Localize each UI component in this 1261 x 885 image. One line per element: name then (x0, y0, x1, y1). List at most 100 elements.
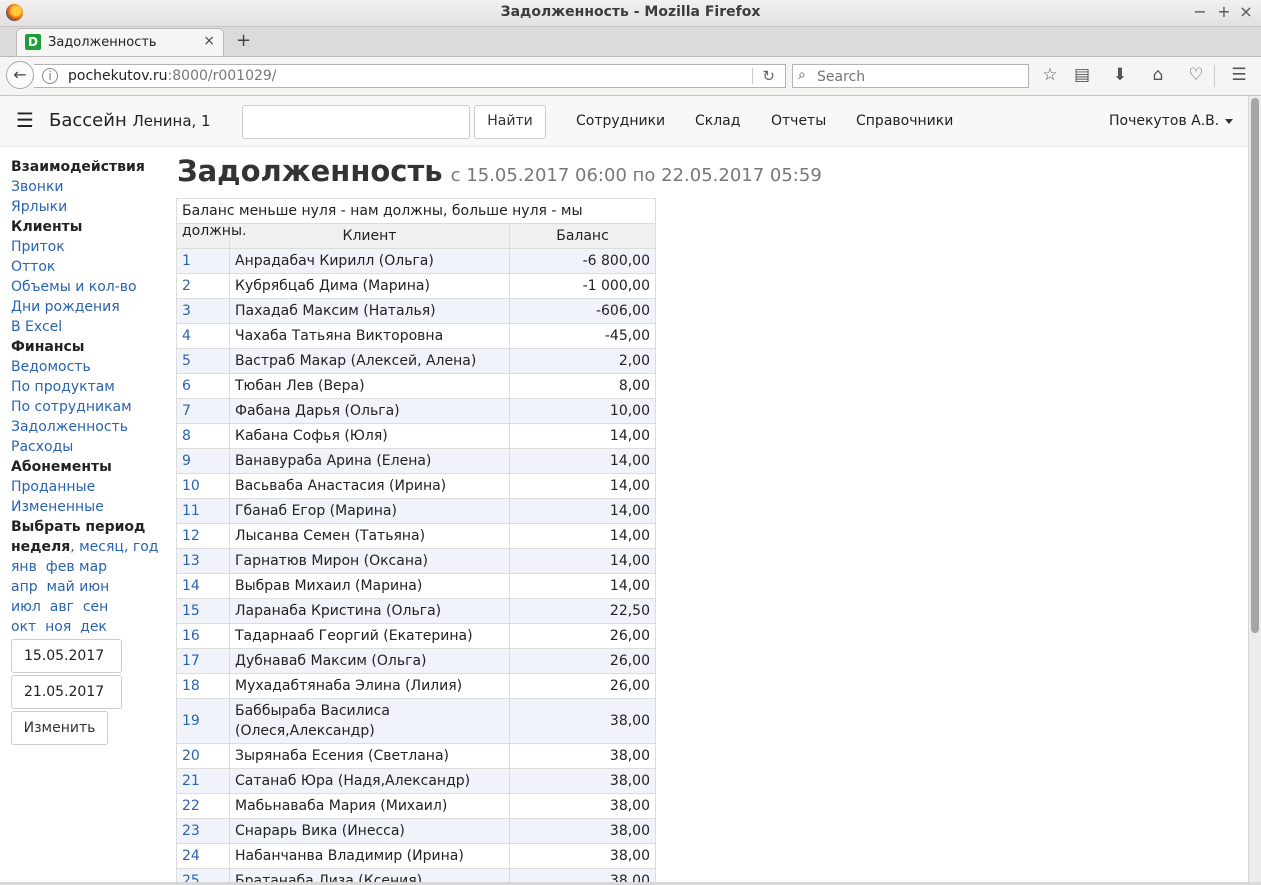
site-search-input[interactable] (242, 105, 470, 139)
row-number-link[interactable]: 14 (176, 573, 230, 599)
balance-cell: 14,00 (509, 423, 656, 449)
month-link[interactable]: окт (11, 619, 36, 635)
balance-cell: 38,00 (509, 843, 656, 869)
user-menu[interactable]: Почекутов А.В. (1109, 113, 1234, 129)
menu-icon[interactable]: ☰ (1227, 65, 1251, 85)
browser-toolbar: i pochekutov.ru:8000/r001029/ ↻ ← ⌕ ☆ ▤ … (0, 57, 1261, 96)
row-number-link[interactable]: 5 (176, 348, 230, 374)
client-name-cell: Мабьнаваба Мария (Михаил) (229, 793, 510, 819)
month-link[interactable]: фев (46, 559, 75, 575)
month-link[interactable]: янв (11, 559, 37, 575)
row-number-link[interactable]: 7 (176, 398, 230, 424)
pocket-icon[interactable]: ♡ (1184, 65, 1208, 85)
sidebar-link-by-products[interactable]: По продуктам (11, 377, 171, 397)
month-link[interactable]: мар (79, 559, 107, 575)
sidebar-link-expenses[interactable]: Расходы (11, 437, 171, 457)
close-window-icon[interactable]: × (1236, 2, 1256, 21)
vertical-scrollbar[interactable] (1248, 96, 1261, 882)
site-brand[interactable]: Бассейн Ленина, 1 (49, 110, 211, 131)
find-button[interactable]: Найти (474, 105, 546, 139)
row-number-link[interactable]: 17 (176, 648, 230, 674)
client-name-cell: Фабана Дарья (Ольга) (229, 398, 510, 424)
row-number-link[interactable]: 2 (176, 273, 230, 299)
minimize-icon[interactable]: − (1190, 2, 1210, 21)
sidebar-link-labels[interactable]: Ярлыки (11, 197, 171, 217)
url-text: pochekutov.ru:8000/r001029/ (68, 68, 277, 84)
row-number-link[interactable]: 21 (176, 768, 230, 794)
row-number-link[interactable]: 3 (176, 298, 230, 324)
downloads-icon[interactable]: ⬇ (1108, 65, 1132, 85)
row-number-link[interactable]: 13 (176, 548, 230, 574)
reading-list-icon[interactable]: ▤ (1070, 65, 1094, 85)
row-number-link[interactable]: 12 (176, 523, 230, 549)
bookmark-star-icon[interactable]: ☆ (1038, 65, 1062, 85)
date-to-input[interactable]: 21.05.2017 (11, 675, 122, 709)
change-period-button[interactable]: Изменить (11, 711, 108, 745)
home-icon[interactable]: ⌂ (1146, 65, 1170, 85)
sidebar-link-calls[interactable]: Звонки (11, 177, 171, 197)
balance-cell: 26,00 (509, 648, 656, 674)
table-row: 25 Братанаба Лиза (Ксения) 38,00 (176, 868, 656, 882)
row-number-link[interactable]: 20 (176, 743, 230, 769)
sidebar-link-debt[interactable]: Задолженность (11, 417, 171, 437)
row-number-link[interactable]: 15 (176, 598, 230, 624)
hamburger-icon[interactable]: ☰ (16, 108, 34, 132)
period-month[interactable]: месяц (79, 539, 124, 555)
tab-close-icon[interactable]: × (203, 33, 215, 49)
month-link[interactable]: июн (79, 579, 109, 595)
sidebar-link-volumes[interactable]: Объемы и кол-во (11, 277, 171, 297)
reload-icon[interactable]: ↻ (762, 67, 775, 85)
month-link[interactable]: ноя (45, 619, 71, 635)
back-icon[interactable]: ← (6, 61, 34, 89)
row-number-link[interactable]: 23 (176, 818, 230, 844)
row-number-link[interactable]: 9 (176, 448, 230, 474)
row-number-link[interactable]: 11 (176, 498, 230, 524)
period-week[interactable]: неделя (11, 539, 70, 555)
balance-cell: 26,00 (509, 623, 656, 649)
month-link[interactable]: сен (83, 599, 108, 615)
nav-reports[interactable]: Отчеты (771, 113, 826, 129)
browser-search-input[interactable] (815, 66, 1019, 88)
site-favicon-icon: D (25, 34, 41, 50)
row-number-link[interactable]: 24 (176, 843, 230, 869)
date-from-input[interactable]: 15.05.2017 (11, 639, 122, 673)
maximize-icon[interactable]: + (1214, 2, 1234, 21)
month-link[interactable]: май (47, 579, 75, 595)
month-link[interactable]: июл (11, 599, 41, 615)
row-number-link[interactable]: 16 (176, 623, 230, 649)
scrollbar-thumb[interactable] (1251, 98, 1259, 633)
row-number-link[interactable]: 6 (176, 373, 230, 399)
nav-employees[interactable]: Сотрудники (576, 113, 665, 129)
sidebar-link-excel[interactable]: В Excel (11, 317, 171, 337)
month-link[interactable]: дек (80, 619, 107, 635)
sidebar-link-sold[interactable]: Проданные (11, 477, 171, 497)
browser-tab[interactable]: D Задолженность × (16, 28, 224, 56)
row-number-link[interactable]: 22 (176, 793, 230, 819)
new-tab-icon[interactable]: + (236, 30, 251, 51)
period-year[interactable]: год (133, 539, 159, 555)
row-number-link[interactable]: 25 (176, 868, 230, 882)
address-bar[interactable]: i pochekutov.ru:8000/r001029/ ↻ (34, 64, 786, 88)
client-name-cell: Вастраб Макар (Алексей, Алена) (229, 348, 510, 374)
client-name-cell: Дубнаваб Максим (Ольга) (229, 648, 510, 674)
nav-warehouse[interactable]: Склад (695, 113, 740, 129)
month-link[interactable]: авг (50, 599, 74, 615)
nav-references[interactable]: Справочники (856, 113, 953, 129)
sidebar-link-birthdays[interactable]: Дни рождения (11, 297, 171, 317)
row-number-link[interactable]: 8 (176, 423, 230, 449)
browser-search[interactable]: ⌕ (792, 64, 1029, 88)
sidebar-link-outflow[interactable]: Отток (11, 257, 171, 277)
table-row: 2 Кубрябцаб Дима (Марина) -1 000,00 (176, 273, 656, 299)
sidebar-link-by-employees[interactable]: По сотрудникам (11, 397, 171, 417)
row-number-link[interactable]: 18 (176, 673, 230, 699)
site-info-icon[interactable]: i (42, 68, 58, 84)
row-number-link[interactable]: 1 (176, 248, 230, 274)
row-number-link[interactable]: 10 (176, 473, 230, 499)
row-number-link[interactable]: 4 (176, 323, 230, 349)
sidebar-link-statement[interactable]: Ведомость (11, 357, 171, 377)
month-link[interactable]: апр (11, 579, 38, 595)
sidebar-link-inflow[interactable]: Приток (11, 237, 171, 257)
sidebar-link-changed[interactable]: Измененные (11, 497, 171, 517)
row-number-link[interactable]: 19 (176, 698, 230, 744)
window-title: Задолженность - Mozilla Firefox (500, 4, 761, 20)
